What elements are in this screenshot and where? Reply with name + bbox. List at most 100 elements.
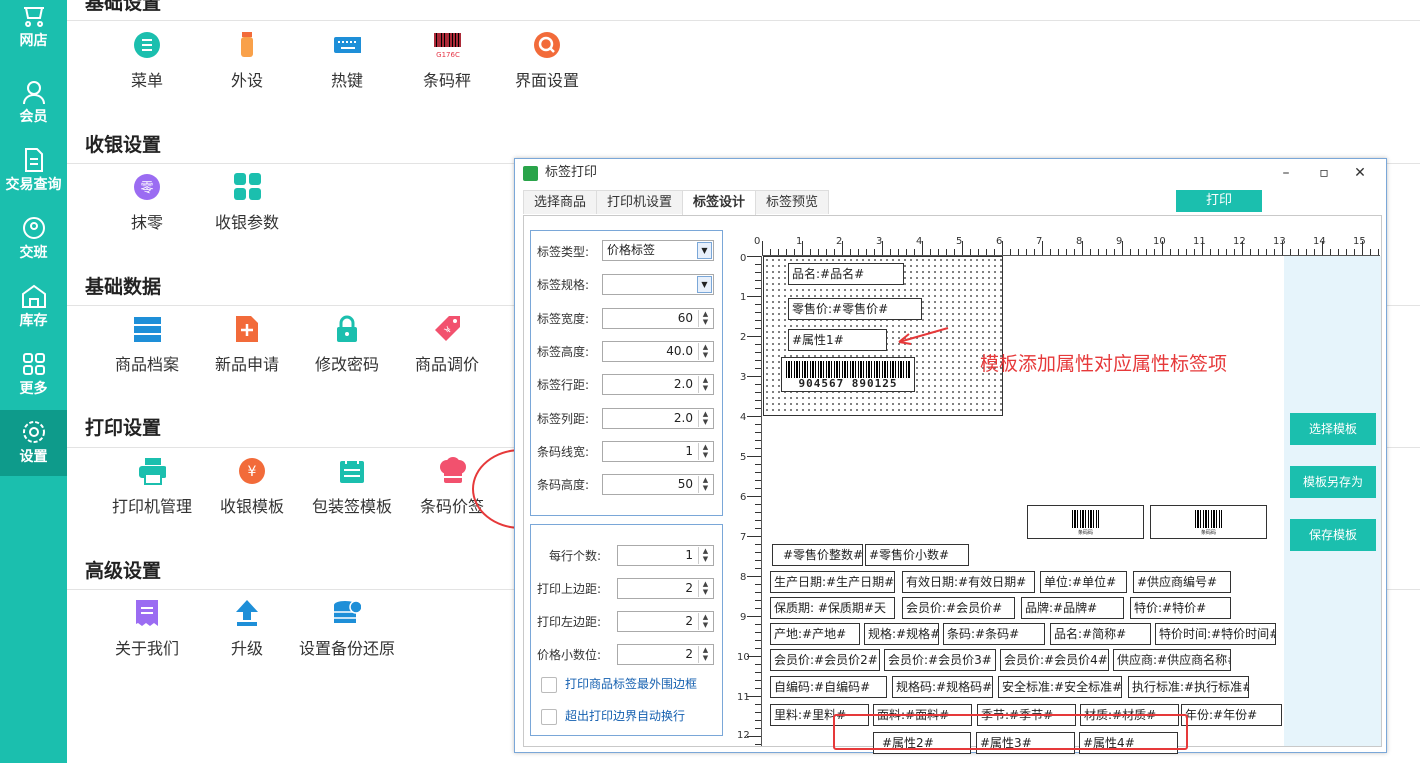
label-field[interactable]: 品牌:#品牌# xyxy=(1021,597,1124,619)
input-value: 2 xyxy=(685,647,693,661)
ruler-number: 0 xyxy=(740,253,747,264)
label-type-select[interactable]: 价格标签 ▼ xyxy=(602,240,714,261)
barcode-height-input[interactable]: 50 ▲ ▼ xyxy=(602,474,714,495)
label-field[interactable]: 会员价:#会员价2# xyxy=(770,649,880,671)
barcode-line-width-input[interactable]: 1 ▲ ▼ xyxy=(602,441,714,462)
stepper-icon[interactable]: ▲ ▼ xyxy=(698,376,712,393)
printer-manage-item[interactable]: 打印机管理 xyxy=(102,457,202,517)
lock-icon xyxy=(333,315,361,343)
checkbox-box[interactable] xyxy=(541,676,557,693)
cashier-params-item[interactable]: 收银参数 xyxy=(197,173,297,233)
change-password-item[interactable]: 修改密码 xyxy=(297,315,397,375)
minimize-button[interactable]: – xyxy=(1271,159,1301,187)
save-template-as-button[interactable]: 模板另存为 xyxy=(1290,466,1376,498)
label-field[interactable]: 自编码:#自编码# xyxy=(770,676,887,698)
round-off-item[interactable]: 零 抹零 xyxy=(97,173,197,233)
label-field[interactable]: 规格:#规格# xyxy=(864,623,939,645)
label-field[interactable]: 单位:#单位# xyxy=(1040,571,1127,593)
tab-printer-settings[interactable]: 打印机设置 xyxy=(596,190,684,214)
price-adjust-item[interactable]: ¥ 商品调价 xyxy=(397,315,497,375)
close-button[interactable]: ✕ xyxy=(1345,159,1375,187)
label-field[interactable]: 保质期: #保质期#天 xyxy=(770,597,895,619)
stepper-icon[interactable]: ▲ ▼ xyxy=(698,613,712,630)
ui-settings-item[interactable]: 界面设置 xyxy=(497,31,597,91)
label-field[interactable]: 供应商:#供应商名称# xyxy=(1113,649,1231,671)
stepper-icon[interactable]: ▲ ▼ xyxy=(698,343,712,360)
label-field[interactable]: #零售价小数# xyxy=(865,544,969,566)
label-field[interactable]: 特价:#特价# xyxy=(1130,597,1231,619)
design-canvas[interactable]: 品名:#品名# 零售价:#零售价# #属性1# 904567 890125 条码… xyxy=(763,256,1283,754)
product-archive-item[interactable]: 商品档案 xyxy=(97,315,197,375)
item-label: 外设 xyxy=(230,71,263,90)
sidebar-item-settings[interactable]: 设置 xyxy=(0,410,67,476)
label-field[interactable]: 年份:#年份# xyxy=(1181,704,1282,726)
stepper-icon[interactable]: ▲ ▼ xyxy=(698,410,712,427)
stepper-icon[interactable]: ▲ ▼ xyxy=(698,476,712,493)
ruler-number: 9 xyxy=(1116,236,1123,247)
cashier-template-item[interactable]: ¥ 收银模板 xyxy=(202,457,302,517)
label-field[interactable]: 执行标准:#执行标准# xyxy=(1128,676,1249,698)
backup-restore-item[interactable]: 设置备份还原 xyxy=(297,599,397,659)
package-template-item[interactable]: 包装签模板 xyxy=(302,457,402,517)
label-height-input[interactable]: 40.0 ▲ ▼ xyxy=(602,341,714,362)
label-field[interactable]: #供应商编号# xyxy=(1133,571,1231,593)
upgrade-item[interactable]: 升级 xyxy=(197,599,297,659)
label-field[interactable]: 品名:#简称# xyxy=(1050,623,1151,645)
label-field[interactable]: 规格码:#规格码# xyxy=(892,676,993,698)
ruler-number: 13 xyxy=(1273,236,1286,247)
stepper-icon[interactable]: ▲ ▼ xyxy=(698,646,712,663)
label-field[interactable]: 会员价:#会员价3# xyxy=(884,649,996,671)
save-template-button[interactable]: 保存模板 xyxy=(1290,519,1376,551)
checkbox-box[interactable] xyxy=(541,708,557,725)
tab-label-design[interactable]: 标签设计 xyxy=(682,190,757,216)
sidebar-item-inventory[interactable]: 库存 xyxy=(0,282,67,350)
stepper-icon[interactable]: ▲ ▼ xyxy=(698,443,712,460)
auto-wrap-checkbox[interactable]: 超出打印边界自动换行 xyxy=(541,707,685,725)
label-width-input[interactable]: 60 ▲ ▼ xyxy=(602,308,714,329)
barcode-element[interactable]: 条码码 xyxy=(1150,505,1267,539)
label-field-attr1[interactable]: #属性1# xyxy=(788,329,887,351)
label-field[interactable]: 会员价:#会员价# xyxy=(902,597,1015,619)
label-field[interactable]: 有效日期:#有效日期# xyxy=(902,571,1035,593)
menu-item[interactable]: 菜单 xyxy=(97,31,197,91)
label-field[interactable]: 会员价:#会员价4# xyxy=(1000,649,1109,671)
maximize-button[interactable]: ▫ xyxy=(1309,159,1339,187)
new-product-item[interactable]: 新品申请 xyxy=(197,315,297,375)
print-button[interactable]: 打印 xyxy=(1176,190,1262,212)
label-field[interactable]: #零售价整数# xyxy=(772,544,863,566)
stepper-icon[interactable]: ▲ ▼ xyxy=(698,310,712,327)
chevron-down-icon[interactable]: ▼ xyxy=(697,242,712,259)
tab-label-preview[interactable]: 标签预览 xyxy=(755,190,830,214)
stepper-icon[interactable]: ▲ ▼ xyxy=(698,547,712,564)
about-us-item[interactable]: 关于我们 xyxy=(97,599,197,659)
hotkey-item[interactable]: 热键 xyxy=(297,31,397,91)
barcode-element[interactable]: 条码码 xyxy=(1027,505,1144,539)
row-spacing-input[interactable]: 2.0 ▲ ▼ xyxy=(602,374,714,395)
left-margin-input[interactable]: 2 ▲ ▼ xyxy=(617,611,714,632)
price-decimal-input[interactable]: 2 ▲ ▼ xyxy=(617,644,714,665)
barcode-scale-item[interactable]: G176C 条码秤 xyxy=(397,31,497,91)
barcode-element[interactable]: 904567 890125 xyxy=(781,357,915,392)
label-field[interactable]: 条码:#条码# xyxy=(943,623,1045,645)
sidebar-item-shop[interactable]: 网店 xyxy=(0,2,67,70)
per-row-input[interactable]: 1 ▲ ▼ xyxy=(617,545,714,566)
sidebar-item-transactions[interactable]: 交易查询 xyxy=(0,146,67,214)
label-field[interactable]: 安全标准:#安全标准# xyxy=(998,676,1122,698)
chevron-down-icon[interactable]: ▼ xyxy=(697,276,712,293)
col-spacing-input[interactable]: 2.0 ▲ ▼ xyxy=(602,408,714,429)
label-field-retail-price[interactable]: 零售价:#零售价# xyxy=(788,298,922,320)
label-field-name[interactable]: 品名:#品名# xyxy=(788,263,904,285)
label-field[interactable]: 生产日期:#生产日期# xyxy=(770,571,895,593)
label-field[interactable]: 特价时间:#特价时间# xyxy=(1155,623,1276,645)
label-spec-select[interactable]: ▼ xyxy=(602,274,714,295)
top-margin-input[interactable]: 2 ▲ ▼ xyxy=(617,578,714,599)
sidebar-item-more[interactable]: 更多 xyxy=(0,350,67,418)
tab-select-product[interactable]: 选择商品 xyxy=(523,190,598,214)
sidebar-item-shift[interactable]: 交班 xyxy=(0,214,67,282)
peripheral-item[interactable]: 外设 xyxy=(197,31,297,91)
select-template-button[interactable]: 选择模板 xyxy=(1290,413,1376,445)
outer-border-checkbox[interactable]: 打印商品标签最外围边框 xyxy=(541,675,697,693)
stepper-icon[interactable]: ▲ ▼ xyxy=(698,580,712,597)
label-field[interactable]: 产地:#产地# xyxy=(770,623,860,645)
sidebar-item-member[interactable]: 会员 xyxy=(0,78,67,146)
